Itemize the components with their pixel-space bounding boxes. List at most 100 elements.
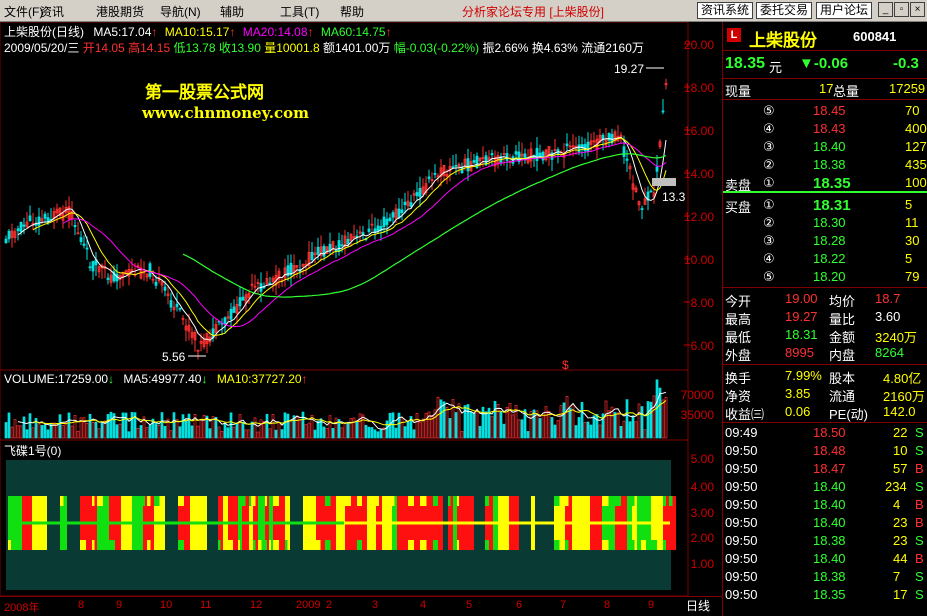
indicator-block [200,496,204,506]
indicator-block [265,540,267,550]
volume-bar [58,414,62,439]
indicator-block [178,496,184,506]
tick-row[interactable]: 09:50 18.40 23 B [723,514,927,532]
indicator-block [392,496,395,506]
indicator-block [637,540,639,550]
tick-row[interactable]: 09:50 18.35 17 S [723,586,927,604]
tick-row[interactable]: 09:50 18.48 10 S [723,442,927,460]
indicator-block [154,496,160,506]
candle-body [415,192,419,197]
trade-button[interactable]: 委托交易 [756,2,813,19]
volume-bar [352,417,356,439]
date-tick: 8 [604,599,611,611]
indicator-block [584,496,587,506]
bar-volume: 量10001.8 [264,41,320,55]
volume-bar [475,410,479,439]
tick-row[interactable]: 09:50 18.40 234 S [723,478,927,496]
indicator-block [253,496,256,506]
tick-row[interactable]: 09:50 18.47 57 B [723,460,927,478]
date-tick: 12 [250,599,263,611]
volume-bar [325,428,329,439]
price-chart[interactable]: 上柴股份(日线) MA5:17.04↑ MA10:15.17↑ MA20:14.… [0,22,722,372]
indicator-block [485,496,489,506]
menu-news[interactable]: 资讯 [40,3,64,20]
volume-bar [178,426,182,439]
volume-bar [415,412,419,439]
minimize-icon[interactable]: _ [878,2,893,17]
indicator-block [632,496,635,506]
candle-body [316,246,320,255]
menu-hk-futures[interactable]: 港股期货 [96,3,144,20]
close-icon[interactable]: × [910,2,925,17]
forum-button[interactable]: 用户论坛 [816,2,873,19]
date-tick: 3 [372,599,379,611]
date-tick: 8 [78,599,85,611]
tick-side: B [915,497,924,512]
indicator-block [572,540,578,550]
volume-bar [556,420,560,439]
indicator-block [663,496,666,506]
tick-price: 18.48 [813,443,846,458]
candle-body [169,300,173,308]
tick-row[interactable]: 09:50 18.38 7 S [723,568,927,586]
indicator-block [641,540,646,550]
tick-row[interactable]: 09:50 18.40 4 B [723,496,927,514]
bid-level: ③ [763,233,775,248]
tick-row[interactable]: 09:49 18.50 22 S [723,424,927,442]
volume-bar [568,407,572,439]
volume-bar [391,412,395,439]
date-tick: 6 [516,599,523,611]
menu-help[interactable]: 帮助 [340,3,364,20]
indicator-block [485,540,489,550]
volume-bar [511,414,515,439]
ask-row: ④ 18.43 400 [723,120,927,138]
volume-bar [589,424,593,439]
bar-high: 高14.15 [128,41,171,55]
restore-icon[interactable]: ▫ [894,2,909,17]
tick-row[interactable]: 09:50 18.40 44 B [723,550,927,568]
volume-bar [25,429,29,439]
stat-row: 外盘 8995 内盘 8264 [723,344,927,363]
date-tick: 2009 [296,599,321,611]
stat-value: 18.31 [785,327,818,342]
stat-value: 8995 [785,345,814,360]
candle-body [178,307,182,310]
volume-bar [331,428,335,439]
menu-assist[interactable]: 辅助 [220,3,244,20]
volume-bar [238,414,242,439]
tick-row[interactable]: 09:50 18.38 23 S [723,532,927,550]
candle-body [622,146,626,157]
indicator-block [285,540,288,550]
volume-bar [598,424,602,439]
indicator-block [433,496,438,506]
bid-price: 18.28 [813,233,846,248]
news-system-button[interactable]: 资讯系统 [697,2,754,19]
volume-legend: VOLUME:17259.00↓ MA5:49977.40↓ MA10:3772… [4,372,308,386]
indicator-block [420,496,427,506]
tick-price: 18.38 [813,569,846,584]
volume-bar [73,415,77,439]
volume-bar [643,429,647,439]
volume-bar [619,425,623,439]
ask-volume: 70 [905,103,920,118]
volume-bar [328,415,332,439]
volume-bar [343,423,347,439]
indicator-canvas[interactable] [0,440,722,596]
menu-tools[interactable]: 工具(T) [280,3,319,20]
volume-bar [61,425,65,439]
indicator-block [143,496,145,506]
volume-bar [70,425,74,439]
ask-level: ① [763,175,775,190]
volume-bar [181,414,185,439]
volume-bar [4,422,8,439]
volume-bar [400,417,404,439]
menu-navigate[interactable]: 导航(N) [160,3,201,20]
candle-body [88,266,92,269]
volume-bar [544,406,548,439]
volume-panel[interactable]: VOLUME:17259.00↓ MA5:49977.40↓ MA10:3772… [0,370,722,440]
indicator-panel[interactable]: 飞碟1号(0) [0,440,722,596]
menu-file[interactable]: 文件(F) [4,3,43,20]
stat-row: 最低 18.31 金额 3240万 [723,326,927,345]
volume-bar [529,411,533,439]
period-label[interactable]: 日线 [686,597,710,614]
